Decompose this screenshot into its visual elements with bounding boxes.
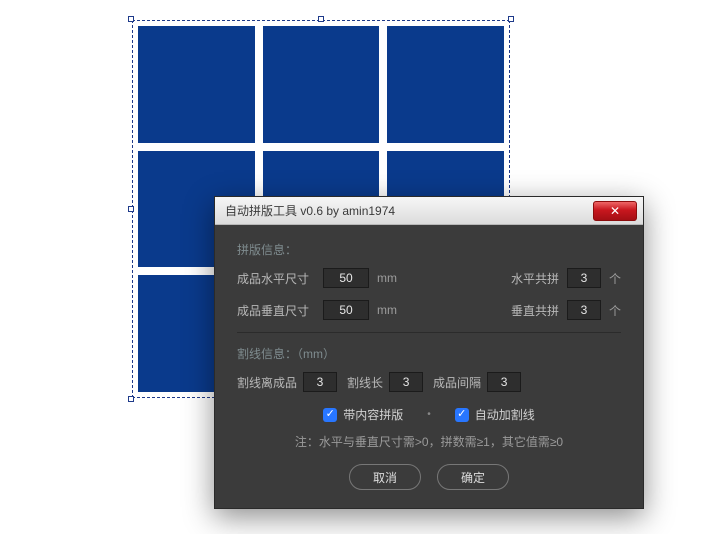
- close-button[interactable]: ✕: [593, 201, 637, 221]
- handle-top-right[interactable]: [508, 16, 514, 22]
- ok-button[interactable]: 确定: [437, 464, 509, 490]
- checkbox-with-content[interactable]: ✓ 带内容拼版: [323, 406, 403, 423]
- h-size-label: 成品水平尺寸: [237, 270, 315, 287]
- handle-top-left[interactable]: [128, 16, 134, 22]
- tile: [138, 26, 255, 143]
- checkbox-auto-cutline[interactable]: ✓ 自动加割线: [455, 406, 535, 423]
- handle-top-mid[interactable]: [318, 16, 324, 22]
- imposition-dialog: 自动拼版工具 v0.6 by amin1974 ✕ 拼版信息： 成品水平尺寸 m…: [214, 196, 644, 509]
- h-size-unit: mm: [377, 271, 399, 285]
- footer-note: 注：水平与垂直尺寸需>0，拼数需≥1，其它值需≥0: [237, 433, 621, 450]
- v-count-unit: 个: [609, 302, 621, 319]
- h-count-label: 水平共拼: [511, 270, 559, 287]
- section-imposition-heading: 拼版信息：: [237, 241, 621, 258]
- close-icon: ✕: [610, 205, 620, 217]
- v-size-unit: mm: [377, 303, 399, 317]
- section-cutline-heading: 割线信息：（mm）: [237, 345, 621, 362]
- row-vertical: 成品垂直尺寸 mm 垂直共拼 个: [237, 300, 621, 320]
- h-count-input[interactable]: [567, 268, 601, 288]
- v-count-label: 垂直共拼: [511, 302, 559, 319]
- dialog-title: 自动拼版工具 v0.6 by amin1974: [225, 202, 593, 219]
- handle-mid-left[interactable]: [128, 206, 134, 212]
- gap-input[interactable]: [487, 372, 521, 392]
- checkbox-row: ✓ 带内容拼版 • ✓ 自动加割线: [237, 406, 621, 423]
- dialog-buttons: 取消 确定: [237, 464, 621, 490]
- tile: [387, 26, 504, 143]
- cut-offset-label: 割线离成品: [237, 374, 297, 391]
- separator: [237, 332, 621, 333]
- handle-bot-left[interactable]: [128, 396, 134, 402]
- check-icon: ✓: [323, 408, 337, 422]
- cut-length-input[interactable]: [389, 372, 423, 392]
- h-count-unit: 个: [609, 270, 621, 287]
- cancel-button[interactable]: 取消: [349, 464, 421, 490]
- h-size-input[interactable]: [323, 268, 369, 288]
- row-horizontal: 成品水平尺寸 mm 水平共拼 个: [237, 268, 621, 288]
- dot-separator: •: [427, 409, 431, 420]
- tile: [263, 26, 380, 143]
- v-size-label: 成品垂直尺寸: [237, 302, 315, 319]
- check-icon: ✓: [455, 408, 469, 422]
- row-cutline: 割线离成品 割线长 成品间隔: [237, 372, 621, 392]
- gap-label: 成品间隔: [433, 374, 481, 391]
- dialog-body: 拼版信息： 成品水平尺寸 mm 水平共拼 个 成品垂直尺寸 mm 垂直共拼 个 …: [215, 225, 643, 508]
- v-count-input[interactable]: [567, 300, 601, 320]
- v-size-input[interactable]: [323, 300, 369, 320]
- checkbox-with-content-label: 带内容拼版: [343, 406, 403, 423]
- checkbox-auto-cutline-label: 自动加割线: [475, 406, 535, 423]
- cut-offset-input[interactable]: [303, 372, 337, 392]
- dialog-titlebar[interactable]: 自动拼版工具 v0.6 by amin1974 ✕: [215, 197, 643, 225]
- cut-length-label: 割线长: [347, 374, 383, 391]
